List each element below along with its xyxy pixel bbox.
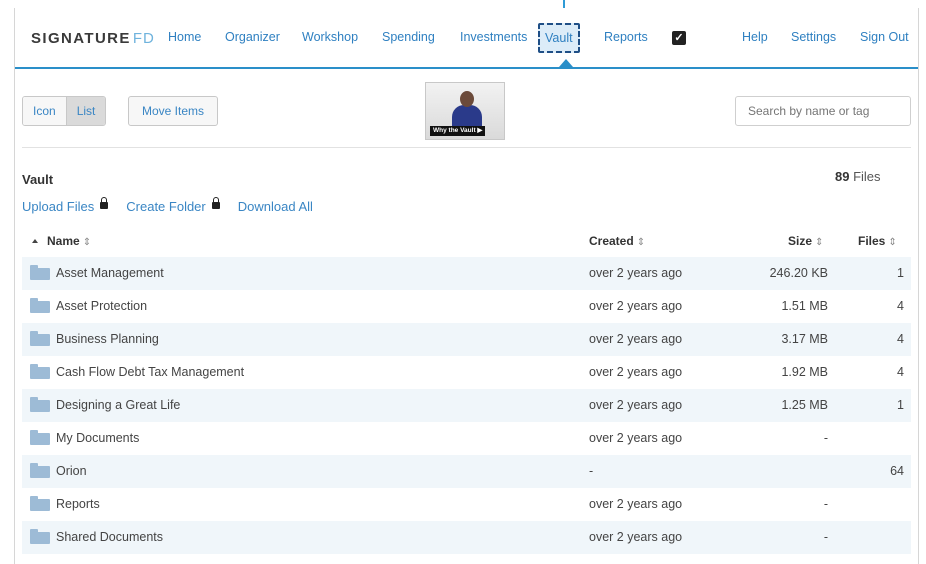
files-cell: 1 bbox=[897, 266, 904, 280]
folder-icon bbox=[30, 529, 50, 544]
folder-name[interactable]: My Documents bbox=[56, 431, 139, 445]
created-cell: over 2 years ago bbox=[589, 299, 683, 313]
created-cell: - bbox=[589, 464, 594, 478]
folder-name[interactable]: Orion bbox=[56, 464, 87, 478]
top-nav-bar: SIGNATURE FD Home Organizer Workshop Spen… bbox=[15, 8, 918, 68]
created-cell: over 2 years ago bbox=[589, 431, 683, 445]
nav-vault[interactable]: Vault bbox=[538, 23, 580, 53]
size-cell: - bbox=[823, 530, 828, 544]
sort-icon: ⇕ bbox=[815, 237, 824, 248]
frame-left-border bbox=[14, 8, 15, 564]
signature-fd-logo[interactable]: SIGNATURE FD bbox=[31, 30, 155, 47]
folder-name[interactable]: Reports bbox=[56, 497, 100, 511]
file-count-label: Files bbox=[853, 169, 881, 184]
create-folder-link[interactable]: Create Folder bbox=[126, 199, 205, 214]
column-header-size[interactable]: Size ⇕ bbox=[788, 234, 823, 248]
nav-sign-out[interactable]: Sign Out bbox=[860, 30, 909, 44]
active-nav-caret bbox=[559, 59, 573, 67]
table-header: Name ⇕ Created ⇕ Size ⇕ Files ⇕ bbox=[22, 228, 911, 254]
files-cell: 1 bbox=[897, 398, 904, 412]
column-header-created[interactable]: Created ⇕ bbox=[589, 234, 645, 248]
files-cell: 64 bbox=[890, 464, 904, 478]
why-the-vault-video[interactable]: Why the Vault ▶ bbox=[425, 82, 505, 140]
search-input[interactable] bbox=[735, 96, 911, 126]
created-cell: over 2 years ago bbox=[589, 398, 683, 412]
view-toggle-group: Icon List bbox=[22, 96, 107, 126]
size-cell: 3.17 MB bbox=[781, 332, 828, 346]
column-header-name[interactable]: Name ⇕ bbox=[32, 234, 91, 248]
checkbox-icon[interactable]: ✓ bbox=[672, 31, 686, 45]
size-cell: 1.25 MB bbox=[781, 398, 828, 412]
sort-icon: ⇕ bbox=[888, 237, 897, 248]
folder-name[interactable]: Asset Protection bbox=[56, 299, 147, 313]
table-row[interactable]: Orion - 64 bbox=[22, 455, 911, 488]
nav-workshop[interactable]: Workshop bbox=[302, 30, 358, 44]
presenter-head bbox=[460, 91, 474, 107]
table-row[interactable]: Designing a Great Life over 2 years ago … bbox=[22, 389, 911, 422]
frame-right-border bbox=[918, 8, 919, 564]
move-items-button[interactable]: Move Items bbox=[128, 96, 218, 126]
size-cell: - bbox=[823, 497, 828, 511]
folder-name[interactable]: Designing a Great Life bbox=[56, 398, 180, 412]
toolbar-divider bbox=[22, 147, 911, 148]
column-header-files[interactable]: Files ⇕ bbox=[858, 234, 897, 248]
nav-home[interactable]: Home bbox=[168, 30, 201, 44]
file-count: 89 Files bbox=[835, 169, 881, 184]
sort-icon: ⇕ bbox=[636, 237, 646, 248]
table-row[interactable]: Shared Documents over 2 years ago - bbox=[22, 521, 911, 554]
nav-investments[interactable]: Investments bbox=[460, 30, 527, 44]
table-row[interactable]: Reports over 2 years ago - bbox=[22, 488, 911, 521]
size-cell: 1.51 MB bbox=[781, 299, 828, 313]
lock-icon bbox=[100, 197, 109, 209]
vault-actions: Upload Files Create Folder Download All bbox=[22, 197, 313, 214]
folder-icon bbox=[30, 463, 50, 478]
download-all-link[interactable]: Download All bbox=[238, 199, 313, 214]
folder-name[interactable]: Shared Documents bbox=[56, 530, 163, 544]
created-cell: over 2 years ago bbox=[589, 266, 683, 280]
files-cell: 4 bbox=[897, 299, 904, 313]
sort-icon: ⇕ bbox=[82, 237, 92, 248]
folder-name[interactable]: Asset Management bbox=[56, 266, 164, 280]
folder-icon bbox=[30, 397, 50, 412]
size-cell: 1.92 MB bbox=[781, 365, 828, 379]
nav-reports[interactable]: Reports bbox=[604, 30, 648, 44]
created-cell: over 2 years ago bbox=[589, 365, 683, 379]
icon-view-button[interactable]: Icon bbox=[23, 97, 66, 125]
nav-settings[interactable]: Settings bbox=[791, 30, 836, 44]
video-caption: Why the Vault ▶ bbox=[430, 126, 486, 136]
header-divider bbox=[15, 67, 918, 69]
created-cell: over 2 years ago bbox=[589, 530, 683, 544]
folder-name[interactable]: Business Planning bbox=[56, 332, 159, 346]
size-cell: 246.20 KB bbox=[769, 266, 828, 280]
nav-spending[interactable]: Spending bbox=[382, 30, 435, 44]
folder-icon bbox=[30, 496, 50, 511]
folder-icon bbox=[30, 331, 50, 346]
folder-icon bbox=[30, 298, 50, 313]
created-cell: over 2 years ago bbox=[589, 497, 683, 511]
folder-name[interactable]: Cash Flow Debt Tax Management bbox=[56, 365, 244, 379]
created-cell: over 2 years ago bbox=[589, 332, 683, 346]
table-row[interactable]: Asset Protection over 2 years ago 1.51 M… bbox=[22, 290, 911, 323]
nav-help[interactable]: Help bbox=[742, 30, 768, 44]
sort-ascending-icon bbox=[32, 239, 38, 243]
list-view-button[interactable]: List bbox=[65, 97, 106, 125]
lock-icon bbox=[211, 197, 220, 209]
folder-icon bbox=[30, 265, 50, 280]
file-count-number: 89 bbox=[835, 169, 850, 184]
folder-list: Asset Management over 2 years ago 246.20… bbox=[22, 257, 911, 554]
table-row[interactable]: Asset Management over 2 years ago 246.20… bbox=[22, 257, 911, 290]
upload-files-link[interactable]: Upload Files bbox=[22, 199, 94, 214]
folder-icon bbox=[30, 364, 50, 379]
folder-icon bbox=[30, 430, 50, 445]
size-cell: - bbox=[823, 431, 828, 445]
vault-title: Vault bbox=[22, 172, 54, 187]
table-row[interactable]: Cash Flow Debt Tax Management over 2 yea… bbox=[22, 356, 911, 389]
table-row[interactable]: My Documents over 2 years ago - bbox=[22, 422, 911, 455]
files-cell: 4 bbox=[897, 332, 904, 346]
files-cell: 4 bbox=[897, 365, 904, 379]
nav-organizer[interactable]: Organizer bbox=[225, 30, 280, 44]
table-row[interactable]: Business Planning over 2 years ago 3.17 … bbox=[22, 323, 911, 356]
